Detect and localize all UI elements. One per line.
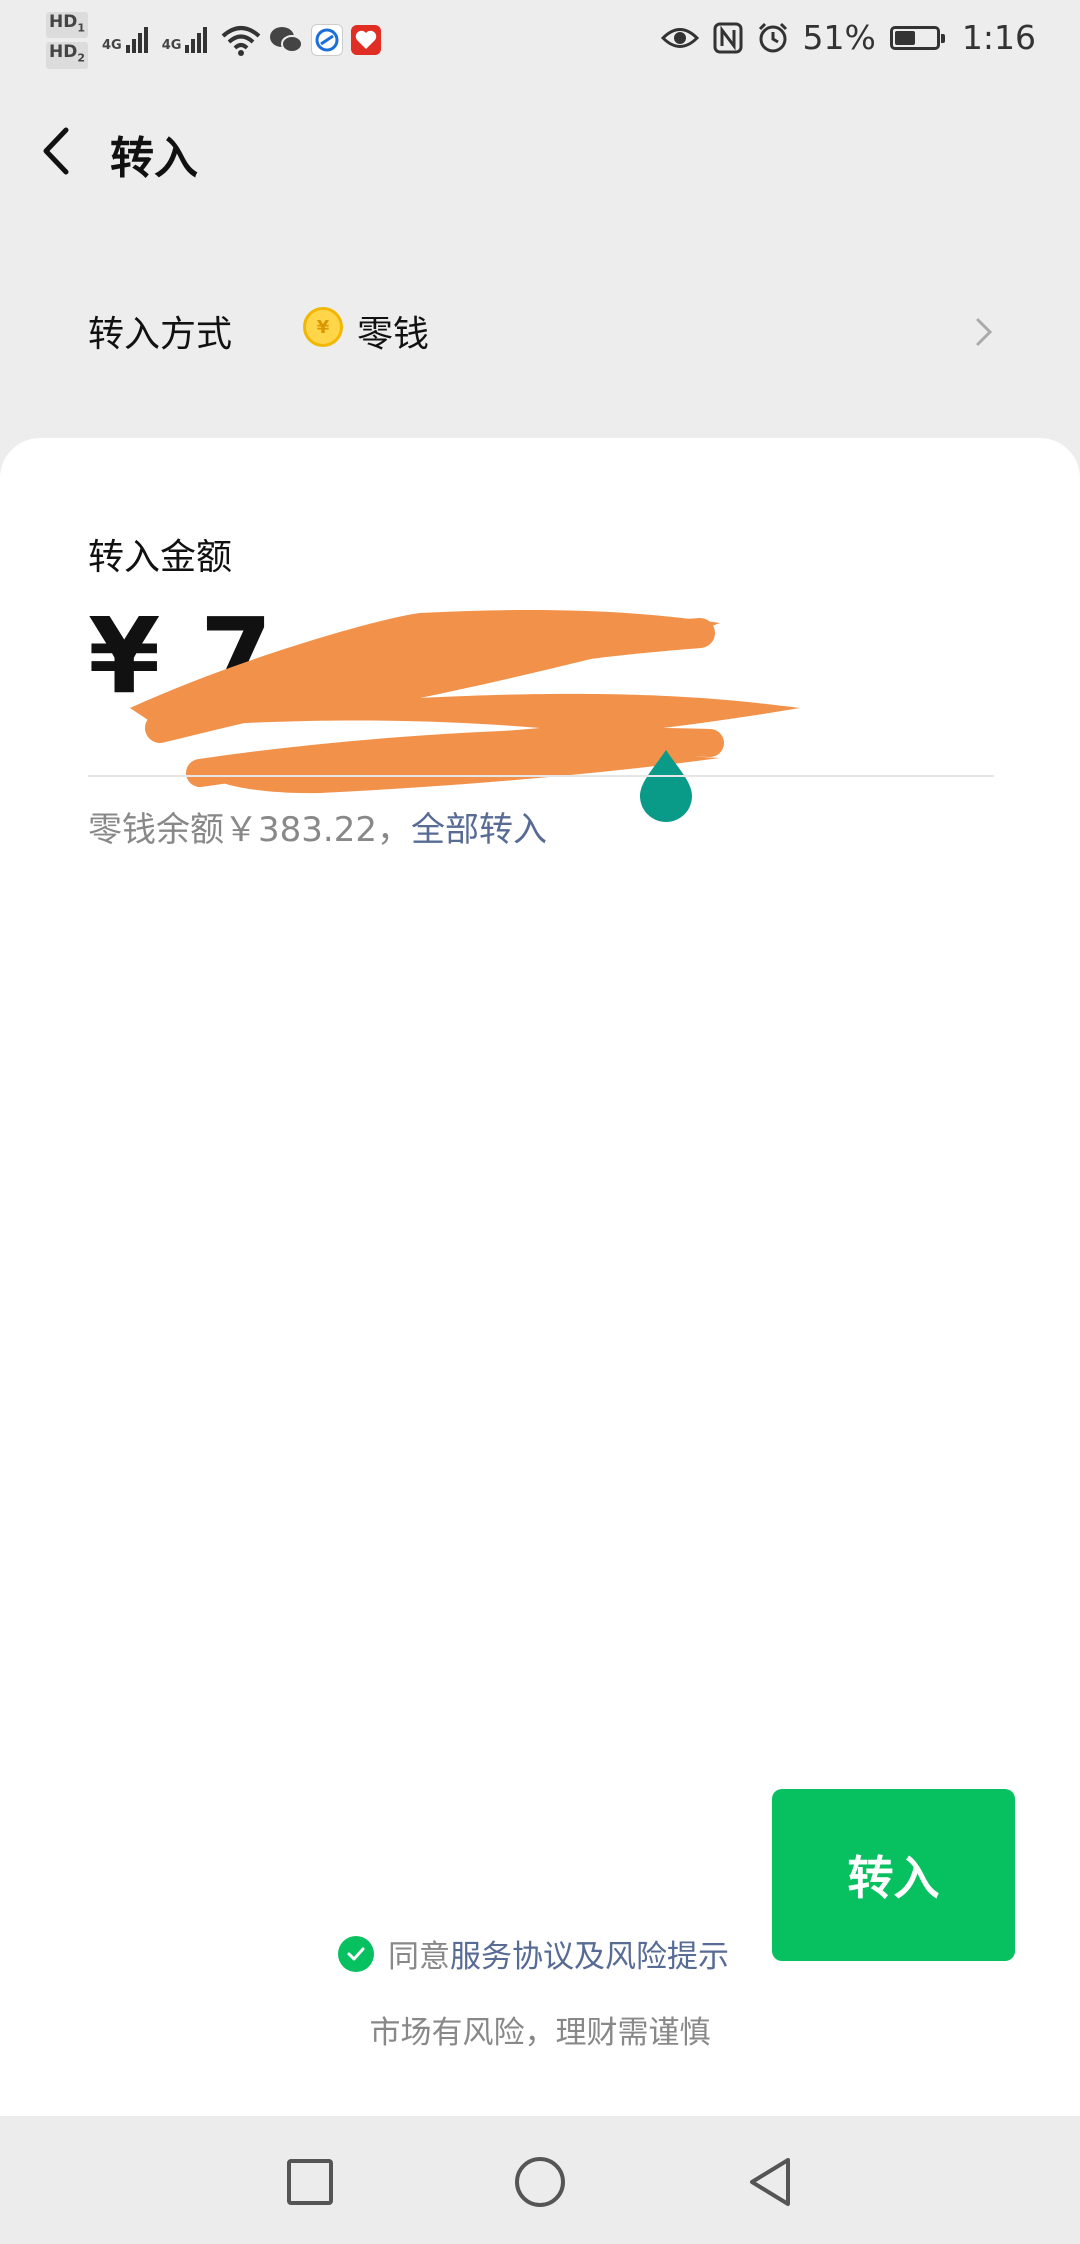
signal-1-icon: 4G [102,27,148,54]
back-button[interactable] [30,116,90,186]
hd-1-indicator: HD1 [46,12,88,39]
clock-time: 1:16 [961,18,1036,57]
shopping-app-icon [351,25,382,56]
agreement-link[interactable]: 服务协议及风险提示 [450,1931,729,1976]
battery-fill [894,30,915,45]
hd-1-label: HD [49,12,78,32]
back-arrow-icon [43,127,69,175]
network-1-label: 4G [102,38,122,54]
agreement-prefix: 同意 [388,1939,450,1975]
status-right: 51% 1:16 [660,18,1036,57]
nav-back-button[interactable] [740,2152,800,2212]
coin-icon: ¥ [303,307,343,347]
amount-label: 转入金额 [88,537,233,578]
wifi-icon [222,26,261,57]
redaction-scribble [130,610,800,794]
text-cursor-handle[interactable] [638,748,694,824]
chevron-right-icon [976,318,993,346]
square-icon [287,2159,333,2205]
hd-2-indicator: HD2 [46,42,88,69]
amount-divider [88,775,994,777]
transfer-method-row[interactable]: 转入方式 ¥ 零钱 [0,280,1080,380]
hd-2-label: HD [49,42,78,63]
network-2-label: 4G [161,38,182,54]
hd-2-sub: 2 [77,51,85,65]
system-nav-bar [0,2116,1080,2244]
page-title: 转入 [110,133,198,184]
nfc-icon [713,22,743,53]
transfer-button[interactable]: 转入 [772,1789,1015,1961]
balance-line: 零钱余额￥383.22，全部转入 [88,802,547,851]
status-left: HD1 HD2 4G 4G [46,12,382,69]
battery-percent: 51% [802,18,876,57]
check-icon[interactable] [338,1935,374,1972]
agreement-row: 同意 服务协议及风险提示 [338,1931,729,1976]
transfer-all-link[interactable]: 全部转入 [411,810,547,850]
home-button[interactable] [510,2152,570,2212]
browser-app-icon [311,24,344,57]
triangle-back-icon [750,2158,790,2206]
risk-note: 市场有风险，理财需谨慎 [369,2015,711,2051]
circle-icon [515,2157,565,2207]
signal-2-icon: 4G [161,27,208,54]
alarm-icon [758,22,787,52]
transfer-method-value: 零钱 [357,314,430,355]
balance-text: 零钱余额￥383.22， [88,810,411,850]
hd-indicators: HD1 HD2 [46,12,88,69]
recents-button[interactable] [280,2152,340,2212]
amount-card: 转入金额 ¥ 7 零钱余额￥383.22，全部转入 转入 同意 服务协议及风险提示… [0,438,1080,2116]
transfer-method-label: 转入方式 [88,314,233,355]
wechat-icon [270,27,304,54]
status-bar: HD1 HD2 4G 4G 51% 1:16 [0,0,1080,84]
hd-1-sub: 1 [77,21,85,35]
eye-comfort-icon [660,27,699,48]
battery-icon [889,25,945,50]
